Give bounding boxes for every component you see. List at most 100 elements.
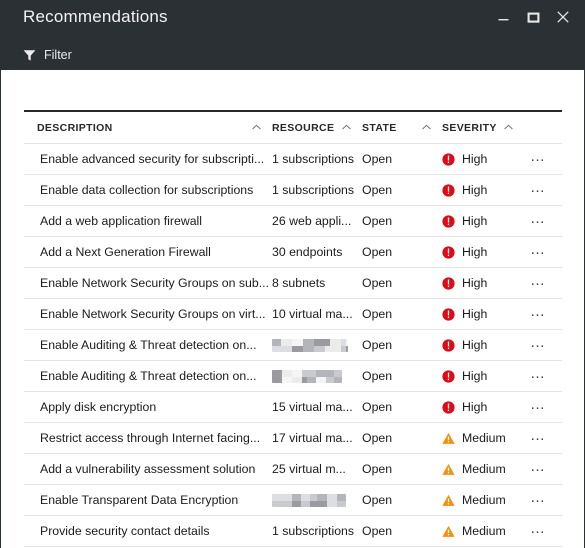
chevron-up-icon (252, 124, 261, 130)
row-more-actions-button[interactable]: … (524, 458, 549, 480)
cell-severity: High (442, 236, 524, 268)
row-more-actions-button[interactable]: … (524, 365, 549, 387)
status-badge: Medium (462, 431, 506, 445)
cell-actions: … (524, 484, 562, 516)
row-more-actions-button[interactable]: … (524, 489, 549, 511)
cell-state: Open (362, 515, 442, 547)
cell-actions: … (524, 143, 562, 175)
cell-actions: … (524, 267, 562, 299)
table-row[interactable]: Add a Next Generation Firewall 30 endpoin… (24, 236, 562, 268)
status-badge: High (462, 245, 488, 259)
column-header-description-label: DESCRIPTION (37, 121, 113, 134)
table-row[interactable]: Enable data collection for subscriptions… (24, 174, 562, 206)
error-circle-icon (442, 183, 455, 197)
table-row[interactable]: Enable Auditing & Threat detection on...… (24, 329, 562, 361)
error-circle-icon (442, 338, 455, 352)
cell-description: Apply disk encryption (24, 391, 272, 423)
status-badge: High (462, 183, 488, 197)
cell-state: Open (362, 360, 442, 392)
cell-severity: Medium (442, 515, 524, 547)
cell-description: Enable Network Security Groups on virt..… (24, 298, 272, 330)
cell-description: Add a Next Generation Firewall (24, 236, 272, 268)
cell-resource: 1 subscriptions (272, 143, 362, 175)
column-header-state-label: STATE (362, 121, 397, 134)
column-header-resource[interactable]: RESOURCE (272, 112, 362, 144)
status-badge: Medium (462, 493, 506, 507)
redacted-value (272, 494, 346, 508)
funnel-icon (23, 49, 36, 62)
table-header: DESCRIPTION RESOURCE STATE SEVERITY (24, 112, 562, 144)
error-circle-icon (442, 307, 455, 321)
column-header-severity[interactable]: SEVERITY (442, 112, 524, 144)
error-circle-icon (442, 400, 455, 414)
table-row[interactable]: Add a vulnerability assessment solution 2… (24, 453, 562, 485)
row-more-actions-button[interactable]: … (524, 272, 549, 294)
error-circle-icon (442, 214, 455, 228)
status-badge: High (462, 307, 488, 321)
column-header-resource-label: RESOURCE (272, 121, 335, 134)
table-row[interactable]: Enable Network Security Groups on virt..… (24, 298, 562, 330)
table-row[interactable]: Enable Auditing & Threat detection on...… (24, 360, 562, 392)
recommendations-table-wrapper: DESCRIPTION RESOURCE STATE SEVERITY Enab… (24, 110, 562, 547)
table-row[interactable]: Apply disk encryption 15 virtual ma... Ope… (24, 391, 562, 423)
minimize-icon (498, 18, 508, 20)
row-more-actions-button[interactable]: … (524, 210, 549, 232)
cell-severity: High (442, 391, 524, 423)
table-row[interactable]: Provide security contact details 1 subscr… (24, 515, 562, 547)
row-more-actions-button[interactable]: … (524, 520, 549, 542)
cell-state: Open (362, 298, 442, 330)
cell-severity: Medium (442, 422, 524, 454)
status-badge: High (462, 276, 488, 290)
status-badge: High (462, 369, 488, 383)
table-row[interactable]: Enable Network Security Groups on sub...… (24, 267, 562, 299)
row-more-actions-button[interactable]: … (524, 179, 549, 201)
row-more-actions-button[interactable]: … (524, 334, 549, 356)
chevron-up-icon (342, 124, 351, 130)
close-button[interactable] (548, 4, 578, 30)
cell-actions: … (524, 391, 562, 423)
cell-resource: 1 subscriptions (272, 515, 362, 547)
recommendations-table: DESCRIPTION RESOURCE STATE SEVERITY Enab… (24, 112, 562, 547)
cell-resource (272, 484, 362, 516)
redacted-value (272, 339, 348, 353)
close-icon (557, 11, 569, 23)
cell-resource: 10 virtual ma... (272, 298, 362, 330)
cell-state: Open (362, 484, 442, 516)
cell-description: Restrict access through Internet facing.… (24, 422, 272, 454)
cell-state: Open (362, 205, 442, 237)
table-row[interactable]: Add a web application firewall 26 web app… (24, 205, 562, 237)
cell-actions: … (524, 205, 562, 237)
cell-state: Open (362, 453, 442, 485)
cell-state: Open (362, 391, 442, 423)
cell-actions: … (524, 360, 562, 392)
cell-resource: 30 endpoints (272, 236, 362, 268)
error-circle-icon (442, 152, 455, 166)
row-more-actions-button[interactable]: … (524, 427, 549, 449)
status-badge: High (462, 400, 488, 414)
column-header-description[interactable]: DESCRIPTION (24, 112, 272, 144)
cell-description: Add a vulnerability assessment solution (24, 453, 272, 485)
maximize-icon (527, 12, 539, 23)
cell-severity: High (442, 329, 524, 361)
status-badge: High (462, 214, 488, 228)
column-header-state[interactable]: STATE (362, 112, 442, 144)
column-header-severity-label: SEVERITY (442, 121, 497, 134)
window-controls (488, 4, 578, 30)
table-row[interactable]: Enable Transparent Data Encryption Open Me… (24, 484, 562, 516)
cell-actions: … (524, 236, 562, 268)
table-row[interactable]: Enable advanced security for subscripti.… (24, 143, 562, 175)
row-more-actions-button[interactable]: … (524, 303, 549, 325)
row-more-actions-button[interactable]: … (524, 396, 549, 418)
cell-severity: Medium (442, 453, 524, 485)
table-row[interactable]: Restrict access through Internet facing.… (24, 422, 562, 454)
cell-resource: 8 subnets (272, 267, 362, 299)
row-more-actions-button[interactable]: … (524, 241, 549, 263)
cell-severity: High (442, 267, 524, 299)
maximize-button[interactable] (518, 4, 548, 30)
minimize-button[interactable] (488, 4, 518, 30)
title-bar: Recommendations Filter (0, 0, 585, 70)
cell-state: Open (362, 267, 442, 299)
cell-resource: 15 virtual ma... (272, 391, 362, 423)
filter-label[interactable]: Filter (44, 48, 72, 62)
row-more-actions-button[interactable]: … (524, 148, 549, 170)
